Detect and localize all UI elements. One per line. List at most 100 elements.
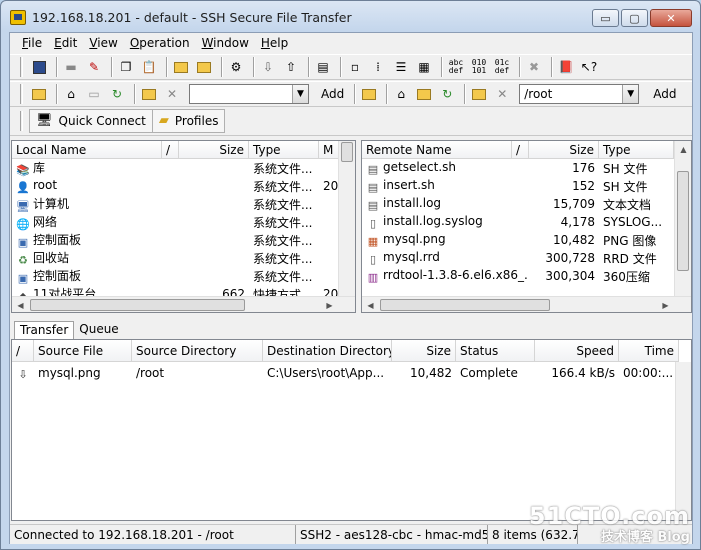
- remote-file-row[interactable]: ▯ install.log.syslog 4,178 SYSLOG...: [362, 213, 674, 231]
- transfer-col-status[interactable]: Status: [456, 340, 535, 362]
- remote-file-row[interactable]: ▤ install.log 15,709 文本文档: [362, 195, 674, 213]
- remote-col-type[interactable]: Type: [599, 141, 674, 159]
- local-refresh-icon[interactable]: ↻: [107, 84, 127, 104]
- local-file-row[interactable]: 👤 root 系统文件... 20: [12, 177, 339, 195]
- menu-window[interactable]: Window: [196, 36, 255, 50]
- scroll-thumb[interactable]: [380, 299, 550, 311]
- local-path-combo[interactable]: ▼: [189, 84, 309, 104]
- context-help-icon[interactable]: ↖?: [579, 57, 599, 77]
- toolbar-grip[interactable]: [20, 57, 23, 77]
- local-file-row[interactable]: ▣ 控制面板 系统文件...: [12, 231, 339, 249]
- scroll-left-icon[interactable]: ◀: [362, 297, 379, 312]
- maximize-button[interactable]: ▢: [621, 9, 648, 27]
- remote-home-icon[interactable]: ⌂: [391, 84, 411, 104]
- auto-mode-icon[interactable]: 01c def: [492, 57, 512, 77]
- menu-edit[interactable]: Edit: [48, 36, 83, 50]
- remote-horizontal-scrollbar[interactable]: ◀ ▶: [362, 296, 691, 312]
- remote-file-row[interactable]: ▤ insert.sh 152 SH 文件: [362, 177, 674, 195]
- local-file-row[interactable]: ♻ 回收站 系统文件...: [12, 249, 339, 267]
- remote-col-name[interactable]: Remote Name: [362, 141, 512, 159]
- transfer-col-source-directory[interactable]: Source Directory: [132, 340, 263, 362]
- large-icons-icon[interactable]: ▫: [345, 57, 365, 77]
- local-add-button[interactable]: Add: [315, 84, 350, 104]
- local-home-icon[interactable]: ⌂: [61, 84, 81, 104]
- toolbar-grip[interactable]: [20, 84, 23, 104]
- tab-queue[interactable]: Queue: [74, 321, 123, 340]
- scroll-thumb[interactable]: [30, 299, 245, 311]
- chevron-down-icon[interactable]: ▼: [292, 85, 308, 103]
- scroll-left-icon[interactable]: ◀: [12, 297, 29, 312]
- remote-new-dir-icon[interactable]: [469, 84, 489, 104]
- scroll-right-icon[interactable]: ▶: [321, 297, 338, 312]
- minimize-button[interactable]: ▭: [592, 9, 619, 27]
- local-folder-up-icon[interactable]: [29, 84, 49, 104]
- save-icon[interactable]: [29, 57, 49, 77]
- remote-col-sort[interactable]: /: [512, 141, 529, 159]
- help-book-icon[interactable]: 📕: [556, 57, 576, 77]
- scroll-thumb[interactable]: [677, 171, 689, 271]
- remote-col-size[interactable]: Size: [529, 141, 599, 159]
- remote-refresh-icon[interactable]: ↻: [437, 84, 457, 104]
- terminal-icon[interactable]: [171, 57, 191, 77]
- local-col-type[interactable]: Type: [249, 141, 319, 159]
- transfer-col-source-file[interactable]: Source File: [34, 340, 132, 362]
- chevron-down-icon[interactable]: ▼: [622, 85, 639, 103]
- disconnect-icon[interactable]: ▬: [61, 57, 81, 77]
- remote-file-row[interactable]: ▤ getselect.sh 176 SH 文件: [362, 159, 674, 177]
- details-view-icon[interactable]: ▦: [414, 57, 434, 77]
- stop-icon[interactable]: ✖: [524, 57, 544, 77]
- local-new-dir-icon[interactable]: [139, 84, 159, 104]
- remote-new-folder-icon[interactable]: [414, 84, 434, 104]
- local-horizontal-scrollbar[interactable]: ◀ ▶: [12, 296, 355, 312]
- transfer-col-size[interactable]: Size: [392, 340, 456, 362]
- tab-transfer[interactable]: Transfer: [14, 321, 75, 340]
- remote-file-row[interactable]: ▥ rrdtool-1.3.8-6.el6.x86_... 300,304 360压缩: [362, 267, 674, 285]
- upload-icon[interactable]: ⇧: [281, 57, 301, 77]
- local-new-folder-icon[interactable]: ▭: [84, 84, 104, 104]
- paste-icon[interactable]: 📋: [139, 57, 159, 77]
- close-button[interactable]: ✕: [650, 9, 692, 27]
- menu-help[interactable]: Help: [255, 36, 294, 50]
- transfer-col-destination-directory[interactable]: Destination Directory: [263, 340, 392, 362]
- connect-icon[interactable]: ✎: [84, 57, 104, 77]
- copy-icon[interactable]: ❐: [116, 57, 136, 77]
- remote-vertical-scrollbar[interactable]: ▲: [674, 141, 691, 296]
- ascii-mode-icon[interactable]: abc def: [446, 57, 466, 77]
- scroll-right-icon[interactable]: ▶: [657, 297, 674, 312]
- settings-icon[interactable]: ⚙: [226, 57, 246, 77]
- properties-icon[interactable]: ▤: [313, 57, 333, 77]
- transfer-vertical-scrollbar[interactable]: [675, 362, 691, 520]
- scroll-thumb[interactable]: [341, 142, 353, 162]
- remote-file-row[interactable]: ▦ mysql.png 10,482 PNG 图像: [362, 231, 674, 249]
- list-view-icon[interactable]: ☰: [391, 57, 411, 77]
- title-bar[interactable]: 192.168.18.201 - default - SSH Secure Fi…: [1, 1, 700, 33]
- remote-path-combo[interactable]: /root ▼: [519, 84, 640, 104]
- transfer-col-dir[interactable]: /: [12, 340, 34, 362]
- new-file-transfer-icon[interactable]: [194, 57, 214, 77]
- local-col-modified[interactable]: M: [319, 141, 339, 159]
- transfer-col-speed[interactable]: Speed: [535, 340, 619, 362]
- remote-add-button[interactable]: Add: [647, 84, 682, 104]
- local-file-row[interactable]: ▣ 控制面板 系统文件...: [12, 267, 339, 285]
- profiles-button[interactable]: ▰ Profiles: [152, 108, 226, 133]
- download-icon[interactable]: ⇩: [258, 57, 278, 77]
- menu-operation[interactable]: Operation: [124, 36, 196, 50]
- local-vertical-scrollbar[interactable]: [338, 141, 355, 296]
- local-delete-icon[interactable]: ✕: [162, 84, 182, 104]
- remote-delete-icon[interactable]: ✕: [492, 84, 512, 104]
- local-file-row[interactable]: 🌐 网络 系统文件...: [12, 213, 339, 231]
- remote-file-row[interactable]: ▯ mysql.rrd 300,728 RRD 文件: [362, 249, 674, 267]
- toolbar-grip[interactable]: [20, 110, 23, 131]
- local-file-row[interactable]: 📚 库 系统文件...: [12, 159, 339, 177]
- transfer-col-time[interactable]: Time: [619, 340, 679, 362]
- transfer-row[interactable]: ⇩ mysql.png/root C:\Users\root\App... 10,48…: [12, 364, 679, 382]
- local-col-sort[interactable]: /: [162, 141, 179, 159]
- menu-view[interactable]: View: [83, 36, 123, 50]
- menu-file[interactable]: File: [16, 36, 48, 50]
- local-file-row[interactable]: 🖥 计算机 系统文件...: [12, 195, 339, 213]
- local-col-size[interactable]: Size: [179, 141, 249, 159]
- binary-mode-icon[interactable]: 010 101: [469, 57, 489, 77]
- local-col-name[interactable]: Local Name: [12, 141, 162, 159]
- small-icons-icon[interactable]: ⁞: [368, 57, 388, 77]
- quick-connect-button[interactable]: 🖥 Quick Connect: [29, 108, 153, 133]
